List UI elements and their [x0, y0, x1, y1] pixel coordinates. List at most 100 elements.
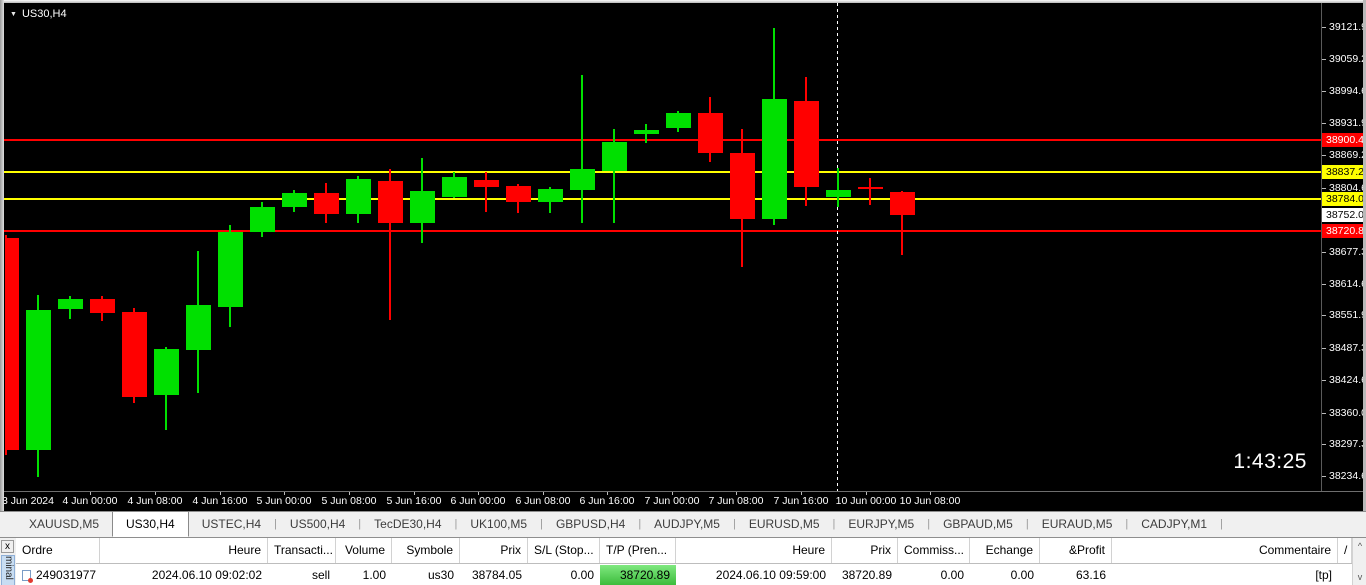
candle-bear	[314, 193, 339, 214]
cell-9: 38720.89	[832, 565, 898, 585]
candle-bull	[186, 305, 211, 350]
price-tick: 39059.20	[1322, 53, 1366, 66]
close-terminal-button[interactable]: x	[1, 540, 14, 553]
tab-eurusd-m5[interactable]: EURUSD,M5	[736, 512, 833, 537]
chart-canvas[interactable]	[0, 0, 1366, 511]
candle-bull	[250, 207, 275, 232]
hline-38784.05[interactable]	[4, 198, 1321, 200]
candle-wick	[837, 168, 839, 207]
scroll-down-icon[interactable]: v	[1353, 570, 1366, 584]
cell-11: 0.00	[970, 565, 1040, 585]
column-header-4: Symbole	[392, 538, 460, 563]
scroll-up-icon[interactable]: ^	[1353, 539, 1366, 553]
column-header-12: &Profit	[1040, 538, 1112, 563]
column-header-9: Prix	[832, 538, 898, 563]
candle-wick	[485, 172, 487, 212]
column-header-2: Transacti...	[268, 538, 336, 563]
time-tick	[414, 492, 415, 495]
time-label: 4 Jun 00:00	[63, 495, 118, 507]
time-label: 3 Jun 2024	[2, 495, 54, 507]
tab-gbpaud-m5[interactable]: GBPAUD,M5	[930, 512, 1026, 537]
column-header-3: Volume	[336, 538, 392, 563]
time-tick	[543, 492, 544, 495]
time-label: 5 Jun 16:00	[387, 495, 442, 507]
tab-eurjpy-m5[interactable]: EURJPY,M5	[835, 512, 927, 537]
cell-2: sell	[268, 565, 336, 585]
candle-bull	[154, 349, 179, 395]
candle-bear	[698, 113, 723, 153]
cell-13: [tp]	[1112, 565, 1338, 585]
price-tick: 38424.60	[1322, 374, 1366, 387]
time-label: 5 Jun 00:00	[257, 495, 312, 507]
candle-bull	[762, 99, 787, 219]
time-tick	[736, 492, 737, 495]
price-tick: 38614.60	[1322, 278, 1366, 291]
candle-bear	[730, 153, 755, 219]
time-tick	[801, 492, 802, 495]
cell-7: 38720.89	[600, 565, 676, 585]
terminal-tab-vertical[interactable]: minal	[1, 555, 15, 585]
candle-countdown-timer: 1:43:25	[1233, 450, 1307, 474]
price-badge-38720.89: 38720.89	[1322, 224, 1366, 238]
chart-panel[interactable]: ▼ US30,H4 1:43:25 39121.90 39059.20 38994.…	[0, 0, 1366, 511]
tab-cadjpy-m1[interactable]: CADJPY,M1	[1128, 512, 1220, 537]
price-tick: 38994.60	[1322, 85, 1366, 98]
cell-10: 0.00	[898, 565, 970, 585]
candle-bull	[346, 179, 371, 214]
candle-bull	[602, 142, 627, 171]
time-label: 6 Jun 16:00	[580, 495, 635, 507]
candle-wick	[581, 75, 583, 223]
time-label: 10 Jun 08:00	[900, 495, 961, 507]
time-axis[interactable]: 3 Jun 20244 Jun 00:004 Jun 08:004 Jun 16…	[4, 491, 1366, 511]
column-header-13: Commentaire	[1112, 538, 1338, 563]
tab-gbpusd-h4[interactable]: GBPUSD,H4	[543, 512, 638, 537]
terminal-tab-label: minal	[2, 556, 14, 585]
candle-bear	[794, 101, 819, 187]
tab-audjpy-m5[interactable]: AUDJPY,M5	[641, 512, 733, 537]
time-tick	[930, 492, 931, 495]
price-badge-38837.24: 38837.24	[1322, 165, 1366, 179]
candle-bear	[858, 187, 883, 189]
hline-38900.40[interactable]	[4, 139, 1321, 141]
tab-ustec-h4[interactable]: USTEC,H4	[189, 512, 274, 537]
time-label: 7 Jun 16:00	[774, 495, 829, 507]
candle-bull	[58, 299, 83, 309]
table-row[interactable]: 2490319772024.06.10 09:02:02sell1.00us30…	[16, 565, 1352, 585]
price-badge-38752.06: 38752.06	[1322, 208, 1366, 222]
tab-xauusd-m5[interactable]: XAUUSD,M5	[16, 512, 112, 537]
terminal-scrollbar[interactable]: ^ v	[1352, 538, 1366, 585]
tab-us30-h4[interactable]: US30,H4	[112, 511, 189, 537]
price-badge-38900.40: 38900.40	[1322, 133, 1366, 147]
candle-wick	[869, 178, 871, 205]
hline-38720.89[interactable]	[4, 230, 1321, 232]
time-tick	[220, 492, 221, 495]
time-label: 5 Jun 08:00	[322, 495, 377, 507]
tab-separator: |	[1220, 512, 1223, 537]
time-tick	[349, 492, 350, 495]
tab-euraud-m5[interactable]: EURAUD,M5	[1029, 512, 1126, 537]
price-tick: 39121.90	[1322, 21, 1366, 34]
tab-uk100-m5[interactable]: UK100,M5	[457, 512, 540, 537]
cell-8: 2024.06.10 09:59:00	[676, 565, 832, 585]
price-badge-38784.05: 38784.05	[1322, 192, 1366, 206]
terminal-table-header: OrdreHeureTransacti...VolumeSymbolePrixS…	[16, 538, 1352, 564]
column-header-0: Ordre	[16, 538, 100, 563]
candle-bull	[442, 177, 467, 197]
tab-tecde30-h4[interactable]: TecDE30,H4	[361, 512, 454, 537]
chart-tab-bar: XAUUSD,M5US30,H4USTEC,H4|US500,H4|TecDE3…	[0, 511, 1366, 537]
candle-bear	[378, 181, 403, 223]
hline-38837.24[interactable]	[4, 171, 1321, 173]
cell-4: us30	[392, 565, 460, 585]
time-tick	[155, 492, 156, 495]
column-header-6: S/L (Stop...	[528, 538, 600, 563]
price-axis[interactable]: 39121.9039059.2038994.6038931.9038869.20…	[1321, 3, 1366, 491]
tab-us500-h4[interactable]: US500,H4	[277, 512, 358, 537]
time-label: 4 Jun 16:00	[193, 495, 248, 507]
time-label: 7 Jun 08:00	[709, 495, 764, 507]
chart-symbol-label: ▼ US30,H4	[10, 8, 67, 20]
time-tick	[90, 492, 91, 495]
price-tick: 38869.20	[1322, 149, 1366, 162]
column-header-10: Commiss...	[898, 538, 970, 563]
candle-bear	[90, 299, 115, 313]
price-tick: 38551.90	[1322, 309, 1366, 322]
